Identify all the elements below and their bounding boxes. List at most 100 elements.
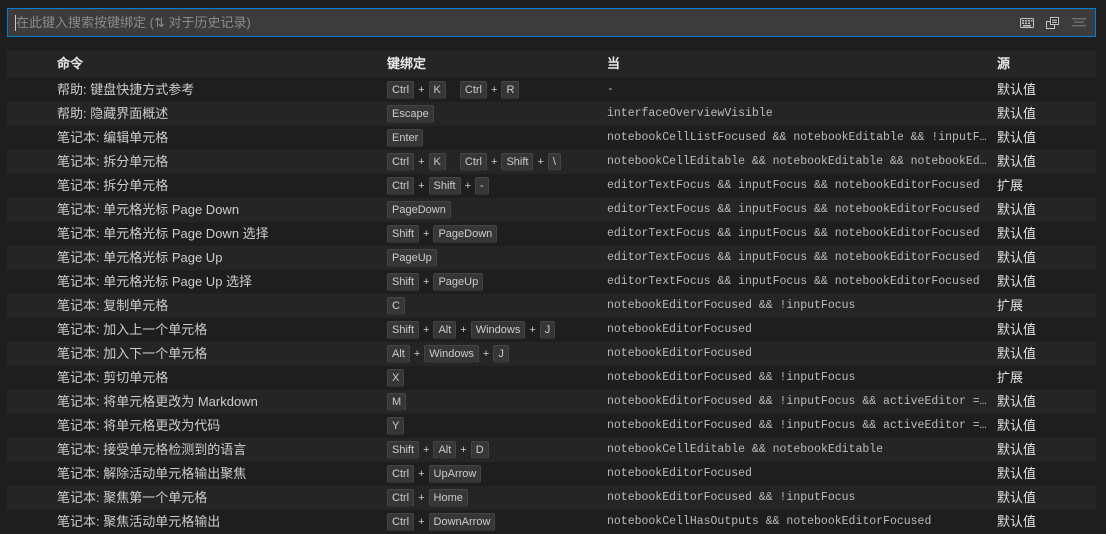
key-label: Windows (424, 345, 479, 363)
table-row[interactable]: 笔记本: 复制单元格 CnotebookEditorFocused && !inp… (7, 294, 1096, 318)
clear-filter-icon[interactable] (1069, 13, 1089, 33)
key-label: J (493, 345, 509, 363)
when-cell: notebookEditorFocused && !inputFocus (607, 491, 856, 504)
keybinding-cell[interactable]: Y (387, 414, 602, 438)
key-label: Shift (387, 225, 420, 243)
column-header-keybinding[interactable]: 键绑定 (387, 51, 602, 77)
when-cell: notebookEditorFocused && !inputFocus && … (607, 419, 989, 432)
plus-sign: + (418, 180, 425, 192)
keybinding-cell[interactable]: M (387, 390, 602, 414)
table-row[interactable]: 笔记本: 聚焦活动单元格输出 Ctrl + DownArrow notebookCell… (7, 510, 1096, 534)
table-row[interactable]: 笔记本: 聚焦第一个单元格 Ctrl + Home notebookEditorFocu… (7, 486, 1096, 510)
source-cell: 默认值 (997, 442, 1037, 457)
table-row[interactable]: 笔记本: 解除活动单元格输出聚焦 Ctrl + UpArrow notebookEdit… (7, 462, 1096, 486)
key-label: Alt (433, 321, 457, 339)
command-cell: 笔记本: 聚焦活动单元格输出 (57, 514, 221, 529)
plus-sign: + (418, 516, 425, 528)
command-cell: 笔记本: 复制单元格 (57, 298, 169, 313)
command-cell: 笔记本: 单元格光标 Page Up (57, 250, 223, 265)
key-label: Shift (387, 273, 420, 291)
source-cell: 扩展 (997, 178, 1024, 193)
source-cell: 扩展 (997, 298, 1024, 313)
when-cell: editorTextFocus && inputFocus && noteboo… (607, 251, 980, 264)
plus-sign: + (418, 468, 425, 480)
source-cell: 默认值 (997, 82, 1037, 97)
table-row[interactable]: 帮助: 键盘快捷方式参考 Ctrl + K Ctrl + R - 默认值 (7, 78, 1096, 102)
source-cell: 默认值 (997, 466, 1037, 481)
source-cell: 默认值 (997, 226, 1037, 241)
table-row[interactable]: 笔记本: 加入下一个单元格 Alt + Windows + JnotebookEditor… (7, 342, 1096, 366)
command-cell: 笔记本: 加入上一个单元格 (57, 322, 208, 337)
keybinding-cell[interactable]: Ctrl + K Ctrl + R (387, 78, 602, 102)
plus-sign: + (491, 84, 498, 96)
keybinding-cell[interactable]: PageUp (387, 246, 602, 270)
table-row[interactable]: 笔记本: 加入上一个单元格 Shift + Alt + Windows + Jnotebook… (7, 318, 1096, 342)
column-header-command[interactable]: 命令 (57, 51, 382, 77)
source-cell: 默认值 (997, 394, 1037, 409)
command-cell: 笔记本: 编辑单元格 (57, 130, 169, 145)
table-row[interactable]: 笔记本: 剪切单元格 XnotebookEditorFocused && !inp… (7, 366, 1096, 390)
key-label: Ctrl (387, 153, 415, 171)
keybinding-cell[interactable]: Shift + PageDown (387, 222, 602, 246)
source-cell: 默认值 (997, 130, 1037, 145)
key-label: DownArrow (428, 513, 496, 531)
keybinding-cell[interactable]: Ctrl + DownArrow (387, 510, 602, 534)
keybinding-cell[interactable]: Shift + PageUp (387, 270, 602, 294)
source-cell: 扩展 (997, 370, 1024, 385)
column-header-source[interactable]: 源 (997, 51, 1092, 77)
sort-by-precedence-icon[interactable] (1043, 13, 1063, 33)
plus-sign: + (460, 324, 467, 336)
table-row[interactable]: 笔记本: 将单元格更改为代码 YnotebookEditorFocused && … (7, 414, 1096, 438)
key-label: Enter (387, 129, 424, 147)
key-label: R (501, 81, 520, 99)
source-cell: 默认值 (997, 490, 1037, 505)
command-cell: 笔记本: 单元格光标 Page Down 选择 (57, 226, 269, 241)
keybinding-cell[interactable]: Escape (387, 102, 602, 126)
plus-sign: + (423, 324, 430, 336)
when-cell: notebookCellEditable && notebookEditable… (607, 155, 989, 168)
keybinding-cell[interactable]: C (387, 294, 602, 318)
plus-sign: + (464, 180, 471, 192)
table-row[interactable]: 笔记本: 单元格光标 Page Up PageUp editorTextFocus … (7, 246, 1096, 270)
table-row[interactable]: 笔记本: 编辑单元格 Enter notebookCellListFocused &… (7, 126, 1096, 150)
table-row[interactable]: 笔记本: 单元格光标 Page Down 选择 Shift + PageDown edi… (7, 222, 1096, 246)
table-row[interactable]: 笔记本: 拆分单元格 Ctrl + Shift + - editorTextFocus &&… (7, 174, 1096, 198)
key-label: Ctrl (459, 81, 487, 99)
table-row[interactable]: 帮助: 隐藏界面概述 Escape interfaceOverviewVisible… (7, 102, 1096, 126)
keybinding-cell[interactable]: Ctrl + Home (387, 486, 602, 510)
when-cell: notebookEditorFocused && !inputFocus (607, 299, 856, 312)
table-row[interactable]: 笔记本: 单元格光标 Page Down PageDown editorTextFo… (7, 198, 1096, 222)
source-cell: 默认值 (997, 250, 1037, 265)
keybinding-cell[interactable]: Ctrl + Shift + - (387, 174, 602, 198)
keybinding-cell[interactable]: Ctrl + UpArrow (387, 462, 602, 486)
keybinding-cell[interactable]: Enter (387, 126, 602, 150)
source-cell: 默认值 (997, 106, 1037, 121)
keybinding-cell[interactable]: Shift + Alt + Windows + J (387, 318, 602, 342)
keybinding-cell[interactable]: Ctrl + K Ctrl + Shift + \ (387, 150, 602, 174)
keybinding-cell[interactable]: Alt + Windows + J (387, 342, 602, 366)
command-cell: 笔记本: 接受单元格检测到的语言 (57, 442, 247, 457)
when-cell: notebookEditorFocused && !inputFocus (607, 371, 856, 384)
key-label: Shift (387, 441, 420, 459)
key-label: Shift (428, 177, 461, 195)
table-row[interactable]: 笔记本: 接受单元格检测到的语言 Shift + Alt + DnotebookCellE… (7, 438, 1096, 462)
source-cell: 默认值 (997, 418, 1037, 433)
key-label: \ (547, 153, 561, 171)
keybinding-cell[interactable]: PageDown (387, 198, 602, 222)
keybindings-search-box[interactable] (7, 8, 1096, 37)
plus-sign: + (418, 156, 425, 168)
keybindings-search-input[interactable] (16, 9, 1006, 36)
keyboard-icon[interactable] (1017, 13, 1037, 33)
column-header-when[interactable]: 当 (607, 51, 989, 77)
key-label: Shift (501, 153, 534, 171)
keybinding-cell[interactable]: Shift + Alt + D (387, 438, 602, 462)
table-row[interactable]: 笔记本: 将单元格更改为 Markdown MnotebookEditorFocu… (7, 390, 1096, 414)
table-row[interactable]: 笔记本: 单元格光标 Page Up 选择 Shift + PageUp editorT… (7, 270, 1096, 294)
when-cell: notebookCellHasOutputs && notebookEditor… (607, 515, 932, 528)
plus-sign: + (482, 348, 490, 360)
keybinding-cell[interactable]: X (387, 366, 602, 390)
table-row[interactable]: 笔记本: 拆分单元格 Ctrl + K Ctrl + Shift + \ notebookCell… (7, 150, 1096, 174)
plus-sign: + (460, 444, 467, 456)
source-cell: 默认值 (997, 274, 1037, 289)
command-cell: 笔记本: 聚焦第一个单元格 (57, 490, 208, 505)
